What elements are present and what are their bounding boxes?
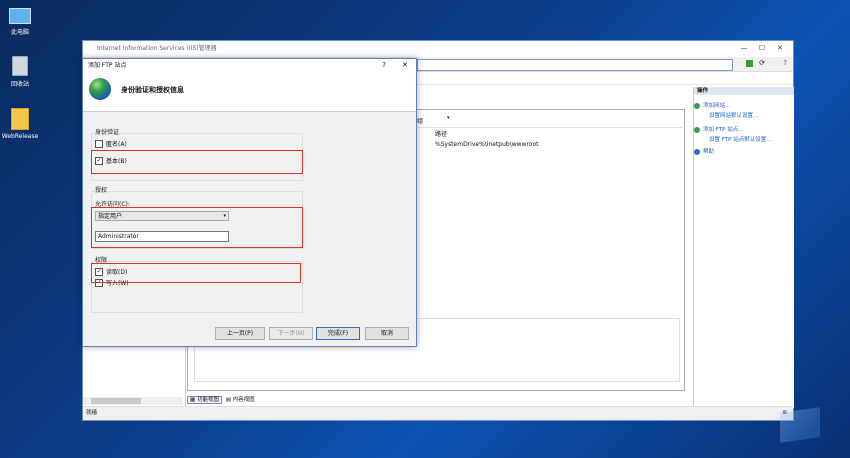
scrollbar-thumb[interactable] — [91, 398, 141, 404]
go-icon[interactable] — [746, 60, 753, 67]
dialog-title: 添加 FTP 站点 — [83, 59, 416, 73]
globe-icon — [89, 78, 111, 100]
close-icon[interactable]: ✕ — [771, 41, 789, 56]
actions-pane: 操作 添加网站... 设置网站默认设置... 添加 FTP 站点... 设置 F… — [693, 87, 794, 408]
previous-button[interactable]: 上一页(P) — [215, 327, 265, 340]
action-ftp-defaults[interactable]: 设置 FTP 站点默认设置... — [709, 135, 772, 143]
action-add-site[interactable]: 添加网站... — [694, 101, 730, 109]
cancel-button[interactable]: 取消 — [365, 327, 409, 340]
tab-content-view[interactable]: ▤ 内容视图 — [224, 397, 257, 403]
refresh-icon[interactable]: ⟳ — [759, 59, 765, 67]
desktop-icon-label: 回收站 — [10, 81, 29, 88]
actions-header: 操作 — [694, 87, 794, 95]
desktop-icon-this-pc[interactable]: 此电脑 — [0, 8, 40, 36]
highlight-box — [91, 263, 301, 283]
highlight-box — [91, 207, 303, 248]
address-input[interactable] — [417, 59, 733, 71]
checkbox-box — [95, 139, 103, 148]
add-ftp-site-dialog: 添加 FTP 站点 ? ✕ 身份验证和授权信息 身份验证 匿名(A) ✓ 基本(B… — [82, 58, 417, 347]
minimize-icon[interactable]: — — [735, 41, 753, 56]
add-icon — [694, 102, 700, 109]
content-view-icon: ▤ — [225, 397, 231, 403]
column-group[interactable]: 组 — [417, 116, 423, 125]
horizontal-scrollbar[interactable] — [83, 397, 183, 405]
help-icon[interactable]: ? — [783, 59, 787, 67]
next-button[interactable]: 下一步(N) — [269, 327, 313, 340]
computer-icon — [9, 8, 31, 24]
column-path[interactable]: 路径 — [435, 129, 447, 138]
highlight-box — [91, 150, 303, 174]
desktop-icon-label: WebRelease — [1, 133, 39, 140]
add-icon — [694, 126, 700, 133]
authentication-label: 身份验证 — [95, 129, 120, 136]
tab-features-view[interactable]: ▦ 功能视图 — [187, 396, 222, 404]
recycle-bin-icon — [12, 56, 28, 76]
status-bar: 就绪 ⊞ — [83, 406, 793, 420]
chevron-down-icon[interactable]: ▾ — [447, 115, 450, 121]
dialog-header: 身份验证和授权信息 — [83, 73, 416, 112]
column-header: 组 ▾ 路径 %SystemDrive%\inetpub\wwwroot — [417, 113, 685, 148]
maximize-icon[interactable]: ☐ — [753, 41, 771, 56]
folder-icon — [11, 108, 29, 130]
authorization-label: 授权 — [95, 187, 108, 194]
finish-button[interactable]: 完成(F) — [316, 327, 360, 340]
windows-logo-icon — [780, 407, 820, 443]
action-help[interactable]: 帮助 — [694, 147, 714, 155]
dialog-heading: 身份验证和授权信息 — [121, 86, 184, 94]
close-button[interactable]: ✕ — [402, 61, 408, 69]
iis-window-title: Internet Information Services (IIS)管理器 — [97, 45, 217, 52]
action-add-ftp-site[interactable]: 添加 FTP 站点... — [694, 125, 744, 133]
action-site-defaults[interactable]: 设置网站默认设置... — [709, 111, 758, 119]
help-icon — [694, 148, 700, 155]
help-button[interactable]: ? — [382, 61, 386, 69]
desktop-icon-recycle-bin[interactable]: 回收站 — [0, 56, 40, 88]
features-view-icon: ▦ — [190, 397, 196, 403]
site-path: %SystemDrive%\inetpub\wwwroot — [435, 141, 539, 148]
desktop-icon-label: 此电脑 — [10, 29, 29, 36]
desktop-icon-webrelease[interactable]: WebRelease — [0, 108, 40, 140]
anonymous-checkbox[interactable]: 匿名(A) — [95, 139, 127, 148]
status-text: 就绪 — [86, 410, 98, 416]
